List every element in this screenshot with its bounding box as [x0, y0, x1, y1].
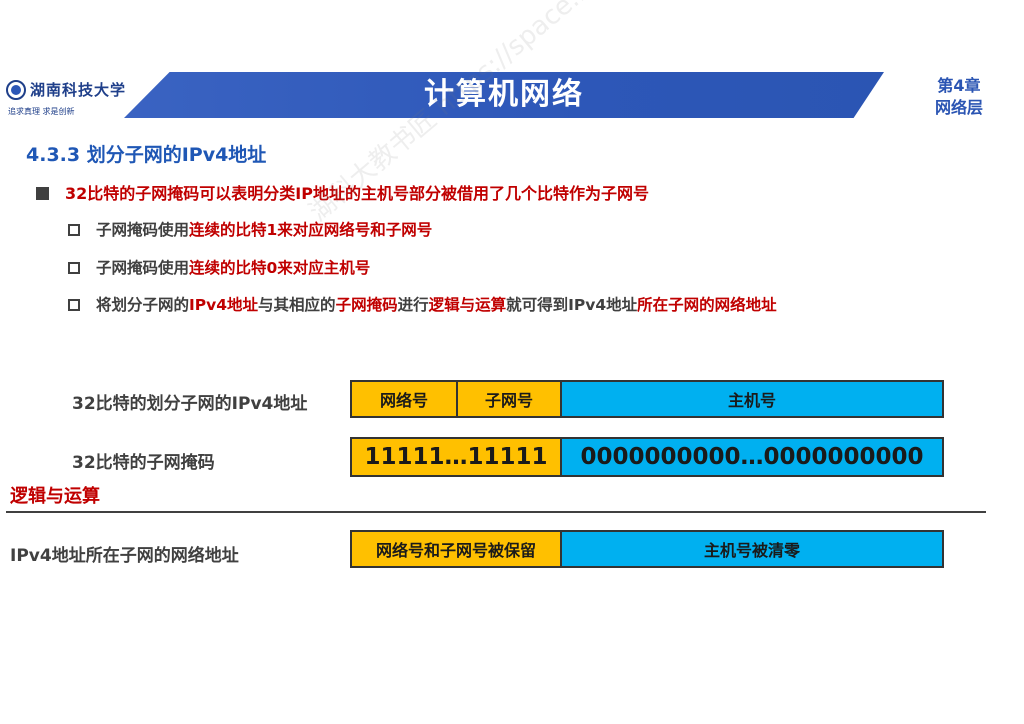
sub-bullet-1-text: 子网掩码使用 [96, 221, 190, 239]
ipv4-address-bar: 网络号 子网号 主机号 [350, 380, 944, 418]
university-motto: 追求真理 求是创新 [8, 107, 75, 116]
sub-bullet-3-highlight: IPv4地址 [189, 296, 259, 314]
university-name: 湖南科技大学 [30, 81, 127, 99]
sub-bullet-3-text: 与其相应的 [258, 296, 336, 314]
sub-bullet-1: 子网掩码使用连续的比特1来对应网络号和子网号 [68, 218, 432, 240]
chapter-number: 第4章 [937, 76, 981, 95]
sub-bullet-2-text: 子网掩码使用 [96, 259, 190, 277]
network-address-bar: 网络号和子网号被保留 主机号被清零 [350, 530, 944, 568]
subnet-number-cell: 子网号 [458, 382, 562, 416]
sub-bullet-3-text: 将划分子网的 [96, 296, 190, 314]
hollow-square-bullet-icon [68, 262, 80, 274]
mask-ones-cell: 11111…11111 [352, 439, 562, 475]
mask-zeros-cell: 0000000000…0000000000 [562, 439, 942, 475]
sub-bullet-3-text: 就可得到IPv4地址 [506, 296, 638, 314]
filled-square-bullet-icon [36, 187, 49, 200]
kept-bits-cell: 网络号和子网号被保留 [352, 532, 562, 566]
chapter-name: 网络层 [934, 98, 983, 117]
hollow-square-bullet-icon [68, 299, 80, 311]
sub-bullet-3-highlight: 逻辑与运算 [428, 296, 507, 314]
main-bullet-text: 32比特的子网掩码可以表明分类IP地址的主机号部分被借用了几个比特作为子网号 [65, 184, 649, 203]
subnet-mask-bar: 11111…11111 0000000000…0000000000 [350, 437, 944, 477]
sub-bullet-2: 子网掩码使用连续的比特0来对应主机号 [68, 256, 370, 278]
ipv4-address-label: 32比特的划分子网的IPv4地址 [72, 394, 308, 414]
chapter-badge: 第4章 网络层 [928, 75, 990, 119]
host-number-cell: 主机号 [562, 382, 942, 416]
university-logo-icon [6, 80, 26, 100]
sub-bullet-3-highlight: 所在子网的网络地址 [637, 296, 777, 314]
hollow-square-bullet-icon [68, 224, 80, 236]
section-title: 4.3.3 划分子网的IPv4地址 [26, 144, 267, 166]
result-divider [6, 511, 986, 513]
main-bullet: 32比特的子网掩码可以表明分类IP地址的主机号部分被借用了几个比特作为子网号 [36, 180, 649, 204]
subnet-network-address-label: IPv4地址所在子网的网络地址 [10, 546, 239, 566]
sub-bullet-1-highlight: 连续的比特1来对应网络号和子网号 [189, 221, 433, 239]
subnet-mask-label: 32比特的子网掩码 [72, 453, 215, 473]
cleared-bits-cell: 主机号被清零 [562, 532, 942, 566]
sub-bullet-3-text: 进行 [397, 296, 429, 314]
network-number-cell: 网络号 [352, 382, 458, 416]
slide-title: 计算机网络 [424, 77, 584, 112]
sub-bullet-3-highlight: 子网掩码 [335, 296, 398, 314]
sub-bullet-3: 将划分子网的IPv4地址与其相应的子网掩码进行逻辑与运算就可得到IPv4地址所在… [68, 293, 777, 315]
logical-and-label: 逻辑与运算 [10, 486, 100, 507]
sub-bullet-2-highlight: 连续的比特0来对应主机号 [189, 259, 371, 277]
